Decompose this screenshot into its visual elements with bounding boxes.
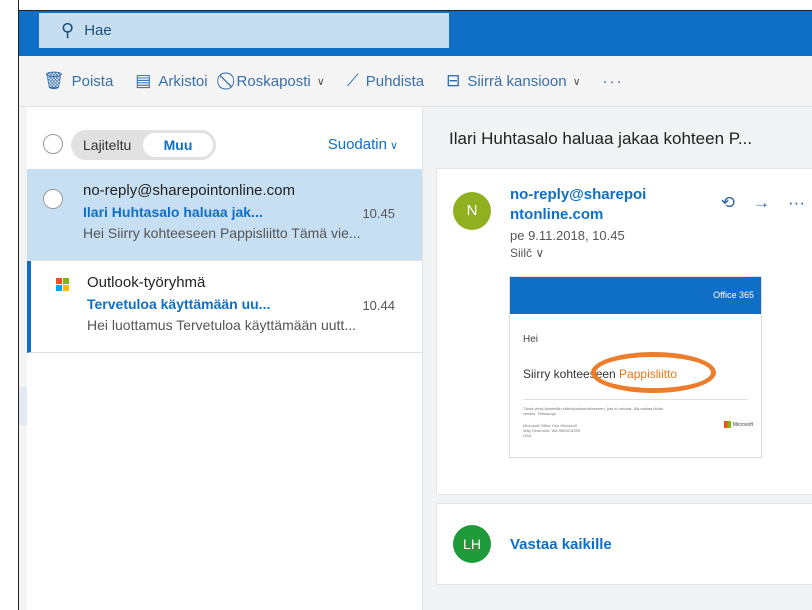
recipient-line[interactable]: Siilč ∨: [510, 246, 544, 260]
chevron-down-icon[interactable]: ∨: [317, 75, 325, 88]
inbox-pivot: Lajiteltu Muu: [71, 130, 216, 160]
email-body: Office 365 Hei Siirry kohteeseen Pappisl…: [509, 276, 762, 458]
microsoft-logo-icon: [723, 421, 731, 428]
broom-icon: ⟋: [346, 71, 359, 90]
message-sender: no-reply@sharepointonline.com: [83, 182, 296, 199]
reading-pane: Ilari Huhtasalo haluaa jakaa kohteen P..…: [423, 107, 812, 610]
email-footer-address: Microsoft Office One Microsoft Way Redmo…: [523, 423, 581, 438]
avatar: LH: [453, 525, 491, 563]
message-time: 10.44: [362, 298, 395, 313]
message-title: Ilari Huhtasalo haluaa jakaa kohteen P..…: [449, 129, 753, 148]
message-list: Lajiteltu Muu Suodatin ∨ no-reply@sharepo…: [27, 107, 423, 610]
search-icon: ⚲: [61, 20, 75, 40]
reply-card[interactable]: LH Vastaa kaikille: [436, 503, 812, 585]
avatar[interactable]: N: [453, 192, 491, 230]
filter-button[interactable]: Suodatin ∨: [328, 136, 398, 153]
more-icon[interactable]: ···: [788, 193, 805, 213]
select-all-checkbox[interactable]: [43, 134, 63, 154]
message-date: pe 9.11.2018, 10.45: [510, 228, 625, 243]
message-card: N no-reply@sharepoi ntonline.com pe 9.11.…: [436, 168, 812, 495]
microsoft-logo-icon: [56, 278, 70, 292]
folder-pane-collapsed: [19, 107, 27, 610]
divider: [523, 399, 748, 400]
reply-all-icon[interactable]: ⟲: [721, 193, 735, 213]
window-top-edge: [0, 0, 812, 11]
junk-button[interactable]: ⃠Roskaposti∨: [230, 71, 325, 91]
top-bar: ⚲ Hae: [19, 11, 812, 56]
message-time: 10.45: [362, 206, 395, 221]
message-checkbox[interactable]: [43, 189, 63, 209]
command-toolbar: 🗑Poista ▤Arkistoi ⃠Roskaposti∨ ⟋Puhdista…: [19, 56, 812, 107]
more-actions-button[interactable]: ···: [603, 73, 624, 90]
move-to-button[interactable]: ⊟ Siirrä kansioon ∨: [446, 71, 581, 91]
sweep-button[interactable]: ⟋ Puhdista: [347, 71, 424, 91]
archive-icon: ▤: [135, 71, 152, 90]
message-preview: Hei luottamus Tervetuloa käyttämään uutt…: [87, 317, 356, 333]
folder-pane-marker: [19, 387, 27, 425]
message-preview: Hei Siirry kohteeseen Pappisliitto Tämä …: [83, 225, 361, 241]
search-box[interactable]: ⚲ Hae: [39, 13, 449, 48]
chevron-down-icon[interactable]: ∨: [573, 75, 581, 88]
tab-other[interactable]: Muu: [143, 133, 213, 157]
reply-all-button[interactable]: Vastaa kaikille: [510, 536, 612, 553]
delete-button[interactable]: 🗑 Poista: [43, 71, 113, 91]
email-banner: Office 365: [510, 277, 761, 314]
sender-address[interactable]: no-reply@sharepoi ntonline.com: [510, 185, 655, 225]
microsoft-logo: Microsoft: [723, 421, 753, 428]
highlight-circle: [591, 352, 716, 393]
message-list-header: Lajiteltu Muu Suodatin ∨: [27, 107, 422, 169]
chevron-down-icon: ∨: [535, 246, 545, 260]
trash-icon: 🗑: [43, 71, 65, 90]
email-footer-note: Tämä viesti lähetettiin sähköpostiosoitt…: [523, 406, 664, 416]
window-left-edge: [0, 0, 19, 610]
office365-logo: Office 365: [713, 290, 754, 300]
folder-move-icon: ⊟: [446, 71, 461, 90]
message-sender: Outlook-työryhmä: [87, 274, 206, 291]
email-greeting: Hei: [523, 334, 539, 345]
message-subject: Tervetuloa käyttämään uu...: [87, 296, 271, 312]
list-item[interactable]: Outlook-työryhmä Tervetuloa käyttämään u…: [27, 261, 422, 353]
list-item[interactable]: no-reply@sharepointonline.com Ilari Huht…: [27, 169, 422, 261]
tab-focused[interactable]: Lajiteltu: [83, 137, 131, 153]
message-actions: ⟲ → ···: [703, 193, 805, 213]
chevron-down-icon: ∨: [389, 140, 398, 152]
forward-icon[interactable]: →: [753, 193, 770, 213]
archive-button[interactable]: ▤ Arkistoi: [135, 71, 207, 91]
message-subject: Ilari Huhtasalo haluaa jak...: [83, 204, 263, 220]
search-input[interactable]: Hae: [84, 22, 112, 39]
